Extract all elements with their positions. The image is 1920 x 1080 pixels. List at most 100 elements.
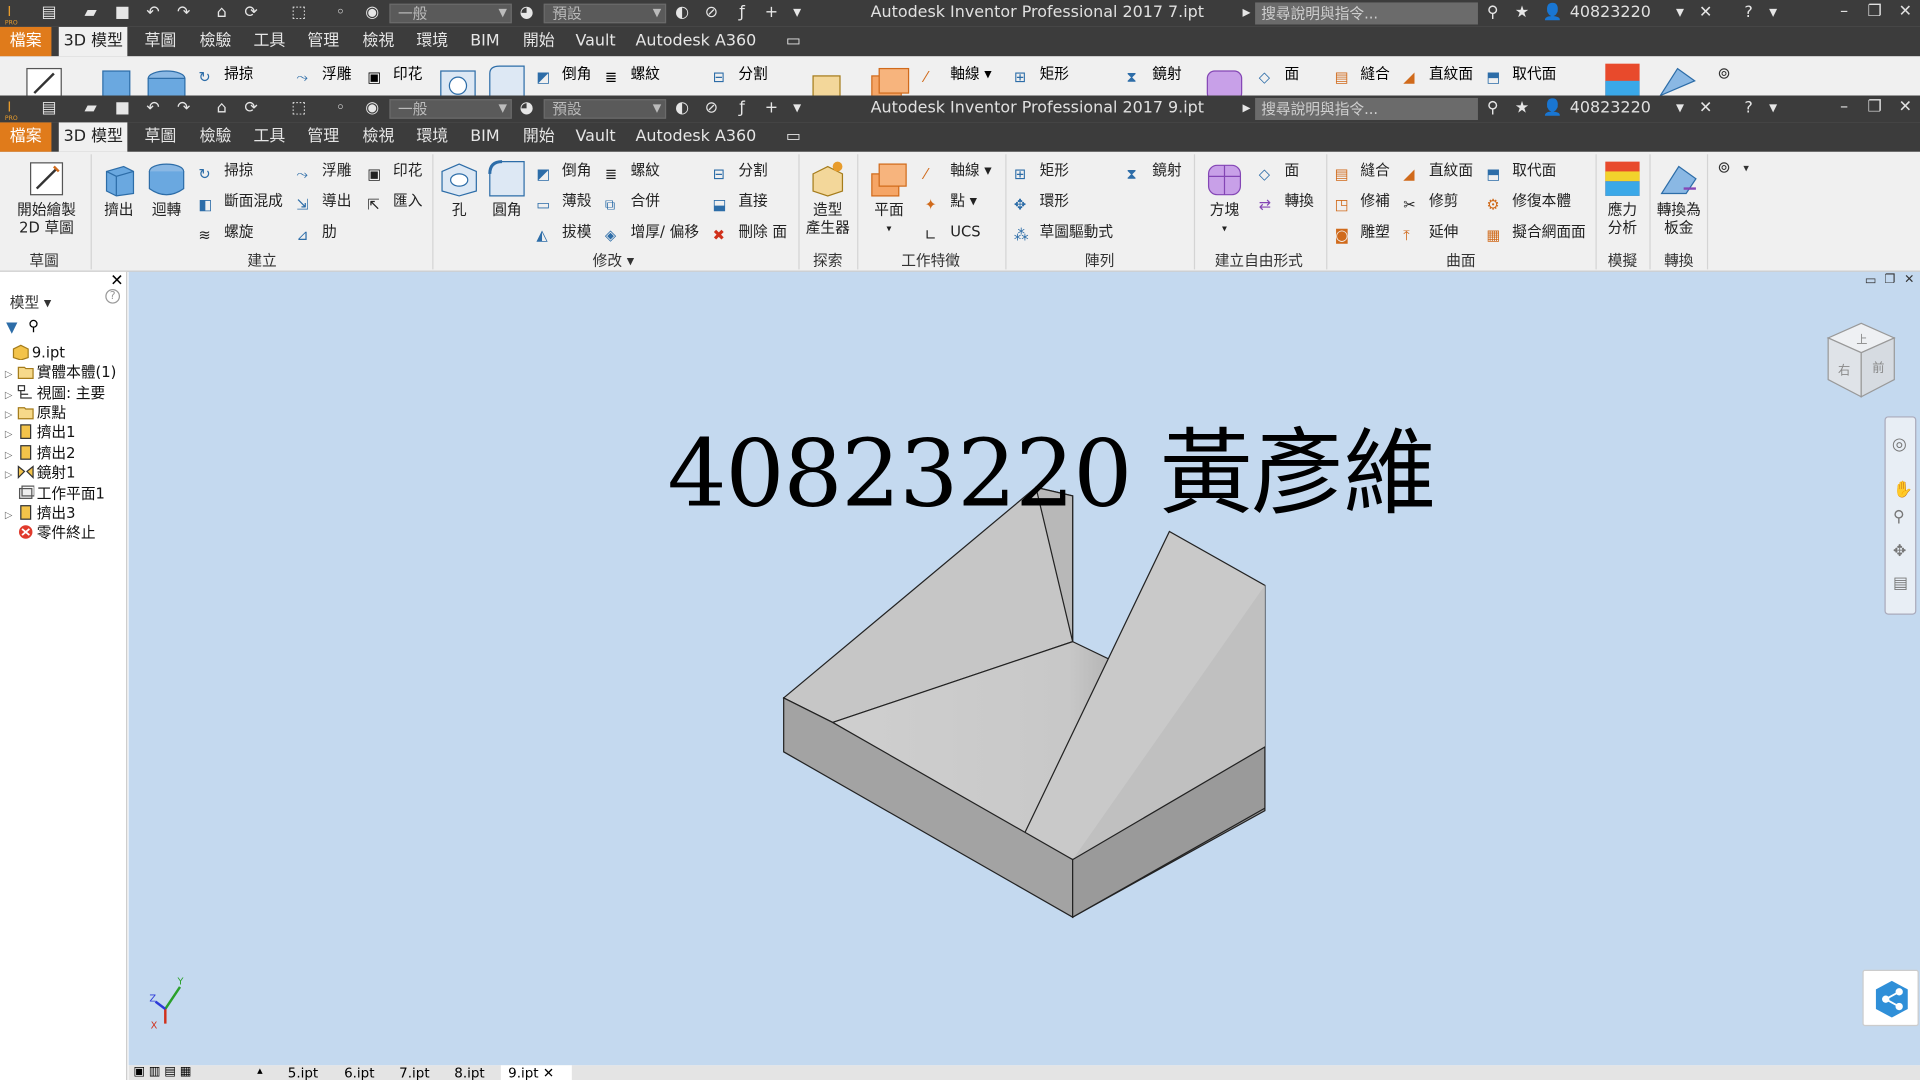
mirror-button[interactable]: ⧗ 鏡射: [1127, 159, 1182, 183]
box-freeform-button[interactable]: 方塊 ▾: [1200, 159, 1249, 237]
tab-get-started[interactable]: 開始: [518, 31, 560, 53]
help-chevron-icon[interactable]: ▾: [1763, 99, 1783, 119]
new-file-icon[interactable]: ▤: [39, 99, 59, 119]
chamfer-button[interactable]: ◩ 倒角: [536, 62, 591, 86]
fx-icon[interactable]: ƒ: [732, 4, 752, 24]
expand-arrow-icon[interactable]: ▷: [5, 506, 17, 526]
customize-icon[interactable]: ▾: [787, 99, 807, 119]
minimize-button[interactable]: –: [1834, 98, 1854, 116]
panel-label-modify[interactable]: 修改 ▾: [593, 250, 634, 271]
circular-pattern-button[interactable]: ✥ 環形: [1014, 190, 1069, 213]
ribbon-options-icon[interactable]: ⊚: [1714, 159, 1734, 179]
doc-tab[interactable]: 6.ipt: [344, 1065, 374, 1080]
color-wheel-icon[interactable]: ◕: [517, 4, 537, 24]
shape-generator-button[interactable]: 造型 產生器: [803, 159, 852, 237]
redo-icon[interactable]: ↷: [174, 4, 194, 24]
extrude-button[interactable]: 擠出: [98, 159, 140, 219]
tab-inspect[interactable]: 檢驗: [195, 126, 237, 148]
help-circle-icon[interactable]: ?: [105, 288, 121, 304]
tree-item-work-plane1[interactable]: 工作平面1: [17, 484, 105, 504]
close-window-button[interactable]: ✕: [1896, 98, 1916, 116]
share-a360-button[interactable]: [1862, 969, 1919, 1027]
chamfer-button[interactable]: ◩ 倒角: [536, 159, 591, 183]
derive-button[interactable]: ⇲ 導出: [296, 190, 351, 213]
home-icon[interactable]: ⌂: [212, 4, 232, 24]
find-binoculars-icon[interactable]: ⚲: [28, 317, 39, 334]
color-wheel-icon[interactable]: ◕: [517, 99, 537, 119]
tab-inspect[interactable]: 檢驗: [195, 31, 237, 53]
stress-analysis-button[interactable]: 應力 分析: [1599, 159, 1646, 237]
orbit-icon[interactable]: ✥: [1893, 542, 1906, 560]
help-chevron-icon[interactable]: ▾: [1763, 4, 1783, 24]
hole-button[interactable]: 孔: [438, 159, 480, 219]
sweep-button[interactable]: ↻ 掃掠: [198, 159, 253, 183]
split-button[interactable]: ⊟ 分割: [713, 62, 768, 86]
exchange-apps-icon[interactable]: ✕: [1696, 4, 1716, 24]
tab-view[interactable]: 檢視: [358, 126, 400, 148]
emboss-button[interactable]: ⤳ 浮雕: [296, 62, 351, 86]
plus-icon[interactable]: +: [762, 99, 782, 119]
user-name[interactable]: 40823220: [1570, 4, 1651, 22]
user-name[interactable]: 40823220: [1570, 99, 1651, 117]
convert-freeform-button[interactable]: ⇄ 轉換: [1259, 190, 1314, 213]
redo-icon[interactable]: ↷: [174, 99, 194, 119]
sweep-button[interactable]: ↻ 掃掠: [198, 62, 253, 86]
tab-manage[interactable]: 管理: [302, 126, 344, 148]
favorites-star-icon[interactable]: ★: [1512, 4, 1532, 24]
rectangular-pattern-button[interactable]: ⊞ 矩形: [1014, 159, 1069, 183]
combine-button[interactable]: ⧉ 合併: [605, 190, 660, 213]
select-icon[interactable]: ⬚: [289, 99, 309, 119]
fit-mesh-face-button[interactable]: ▦ 擬合網面面: [1487, 220, 1586, 244]
filter-icon[interactable]: ▼: [6, 318, 17, 335]
pan-hand-icon[interactable]: ✋: [1893, 481, 1913, 499]
adjust-appearance-icon[interactable]: ◐: [672, 4, 692, 24]
help-icon[interactable]: ?: [1739, 4, 1759, 24]
tree-item-mirror1[interactable]: ▷ 鏡射1: [5, 463, 76, 483]
fillet-button[interactable]: 圓角: [485, 159, 529, 219]
tab-get-started[interactable]: 開始: [518, 126, 560, 148]
clear-appearance-icon[interactable]: ⊘: [702, 99, 722, 119]
tab-file[interactable]: 檔案: [0, 26, 52, 57]
replace-face-button[interactable]: ⬒ 取代面: [1487, 159, 1557, 183]
video-icon[interactable]: ▭: [784, 32, 804, 52]
tree-item-end-of-part[interactable]: 零件終止: [17, 523, 96, 543]
tree-item-origin[interactable]: ▷ 原點: [5, 403, 66, 423]
stitch-button[interactable]: ▤ 縫合: [1335, 159, 1390, 183]
direct-button[interactable]: ⬓ 直接: [713, 190, 768, 213]
expand-arrow-icon[interactable]: ▷: [5, 425, 17, 445]
undo-icon[interactable]: ↶: [143, 99, 163, 119]
appearance-icon[interactable]: ◉: [362, 99, 382, 119]
tab-vault[interactable]: Vault: [571, 126, 621, 148]
doc-tab-active[interactable]: 9.ipt ✕: [500, 1065, 572, 1080]
emboss-button[interactable]: ⤳ 浮雕: [296, 159, 351, 183]
axis-button[interactable]: ⁄ 軸線 ▾: [924, 159, 991, 183]
customize-icon[interactable]: ▾: [787, 4, 807, 24]
tab-manage[interactable]: 管理: [302, 31, 344, 53]
undo-icon[interactable]: ↶: [143, 4, 163, 24]
save-icon[interactable]: ■: [113, 99, 133, 119]
measure-icon[interactable]: ◦: [331, 4, 351, 24]
mirror-button[interactable]: ⧗ 鏡射: [1127, 62, 1182, 86]
doc-tab[interactable]: 7.ipt: [399, 1065, 429, 1080]
restore-button[interactable]: ❐: [1865, 2, 1885, 20]
style-dropdown[interactable]: 一般 ▼: [389, 99, 512, 119]
tab-a360[interactable]: Autodesk A360: [631, 31, 762, 53]
tree-item-extrusion1[interactable]: ▷ 擠出1: [5, 422, 76, 442]
expand-arrow-icon[interactable]: ▷: [5, 365, 17, 385]
favorites-star-icon[interactable]: ★: [1512, 99, 1532, 119]
restore-button[interactable]: ❐: [1865, 98, 1885, 116]
tab-tools[interactable]: 工具: [249, 31, 291, 53]
user-menu-chevron-icon[interactable]: ▾: [1670, 99, 1690, 119]
tab-sketch[interactable]: 草圖: [140, 31, 182, 53]
tab-environments[interactable]: 環境: [411, 126, 453, 148]
face-button[interactable]: ◇ 面: [1259, 62, 1299, 86]
tree-item-view-master[interactable]: ▷ 視圖: 主要: [5, 383, 105, 403]
revolve-button[interactable]: 迴轉: [144, 159, 188, 219]
tab-bim[interactable]: BIM: [465, 31, 504, 53]
patch-button[interactable]: ◳ 修補: [1335, 190, 1390, 213]
import-button[interactable]: ⇱ 匯入: [367, 190, 422, 213]
save-icon[interactable]: ■: [113, 4, 133, 24]
adjust-appearance-icon[interactable]: ◐: [672, 99, 692, 119]
overflow-icon[interactable]: ▴: [257, 1065, 263, 1077]
draft-button[interactable]: ◭ 拔模: [536, 220, 591, 244]
